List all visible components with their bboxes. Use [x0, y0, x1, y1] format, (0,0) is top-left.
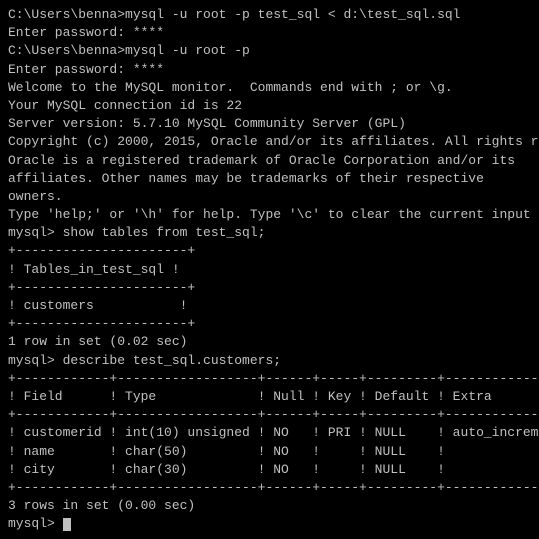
terminal-line-32: ! city ! char(30) ! NO ! ! NULL ! ! — [8, 461, 531, 479]
terminal-line-2: Enter password: **** — [8, 24, 531, 42]
terminal-line-12: Oracle is a registered trademark of Orac… — [8, 152, 531, 170]
terminal-line-5: Enter password: **** — [8, 61, 531, 79]
terminal-line-29: +------------+------------------+------+… — [8, 406, 531, 424]
terminal-line-6: Welcome to the MySQL monitor. Commands e… — [8, 79, 531, 97]
terminal-line-1: C:\Users\benna>mysql -u root -p test_sql… — [8, 6, 531, 24]
terminal-line-33: +------------+------------------+------+… — [8, 479, 531, 497]
terminal-line-14: owners. — [8, 188, 531, 206]
terminal-line-26: mysql> describe test_sql.customers; — [8, 352, 531, 370]
terminal-line-27: +------------+------------------+------+… — [8, 370, 531, 388]
terminal-line-23: +----------------------+ — [8, 315, 531, 333]
terminal-line-13: affiliates. Other names may be trademark… — [8, 170, 531, 188]
terminal-line-19: +----------------------+ — [8, 242, 531, 260]
terminal-line-31: ! name ! char(50) ! NO ! ! NULL ! ! — [8, 443, 531, 461]
terminal-window: C:\Users\benna>mysql -u root -p test_sql… — [8, 6, 531, 533]
terminal-line-20: ! Tables_in_test_sql ! — [8, 261, 531, 279]
terminal-line-22: ! customers ! — [8, 297, 531, 315]
terminal-line-16: Type 'help;' or '\h' for help. Type '\c'… — [8, 206, 531, 224]
terminal-line-28: ! Field ! Type ! Null ! Key ! Default ! … — [8, 388, 531, 406]
terminal-line-4: C:\Users\benna>mysql -u root -p — [8, 42, 531, 60]
terminal-line-24: 1 row in set (0.02 sec) — [8, 333, 531, 351]
terminal-line-36: mysql> — [8, 515, 531, 533]
terminal-line-30: ! customerid ! int(10) unsigned ! NO ! P… — [8, 424, 531, 442]
terminal-line-7: Your MySQL connection id is 22 — [8, 97, 531, 115]
terminal-line-10: Copyright (c) 2000, 2015, Oracle and/or … — [8, 133, 531, 151]
terminal-line-8: Server version: 5.7.10 MySQL Community S… — [8, 115, 531, 133]
terminal-line-18: mysql> show tables from test_sql; — [8, 224, 531, 242]
cursor — [63, 518, 71, 531]
terminal-line-21: +----------------------+ — [8, 279, 531, 297]
